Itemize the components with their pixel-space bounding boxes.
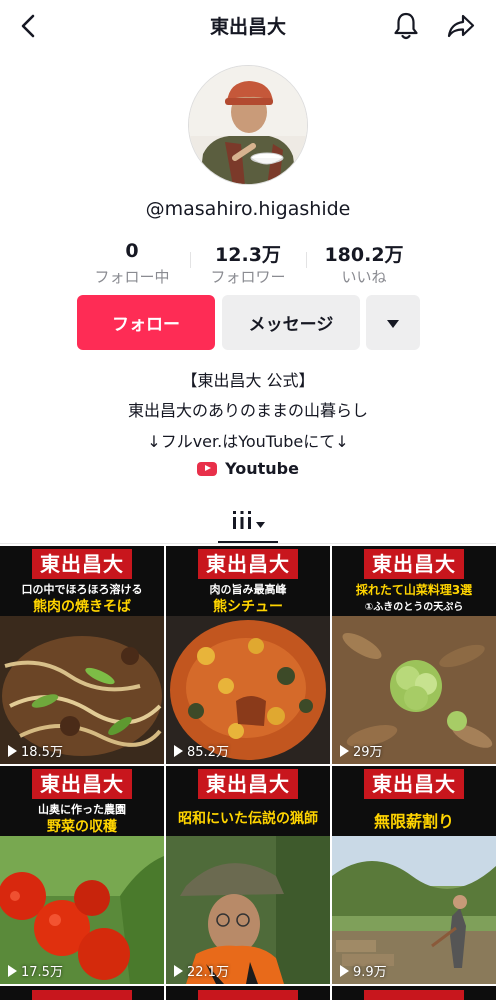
thumbnail-title: 熊肉の焼きそば — [33, 599, 131, 615]
thumbnail-brand: 東出昌大 — [198, 769, 298, 799]
grid-icon — [232, 510, 252, 534]
suggested-accounts-button[interactable] — [366, 295, 420, 350]
play-icon — [8, 744, 17, 757]
video-thumbnail[interactable]: 東出昌大 無限薪割り 9.9万 — [332, 766, 496, 984]
thumbnail-caption: ①ふきのとうの天ぷら — [364, 602, 464, 613]
youtube-link-label: Youtube — [225, 459, 299, 478]
thumbnail-brand: 東出昌大 — [198, 549, 298, 579]
followers-stat[interactable]: 12.3万 フォロワー — [188, 240, 308, 287]
thumbnail-brand: 東出昌大 — [364, 769, 464, 799]
thumbnail-brand — [32, 990, 132, 1000]
likes-label: いいね — [341, 268, 387, 286]
following-stat[interactable]: 0 フォロー中 — [72, 240, 192, 287]
username: @masahiro.higashide — [145, 198, 351, 220]
youtube-icon — [197, 461, 218, 476]
view-count: 18.5万 — [8, 741, 63, 760]
following-count: 0 — [125, 240, 139, 262]
share-icon[interactable] — [446, 13, 476, 39]
following-label: フォロー中 — [94, 268, 170, 286]
bio-line: 東出昌大のありのままの山暮らし — [127, 401, 368, 420]
youtube-link[interactable]: Youtube — [0, 459, 496, 478]
view-count-label: 9.9万 — [353, 965, 387, 980]
video-thumbnail[interactable]: 東出昌大 肉の旨み最高峰 熊シチュー 85.2万 — [166, 546, 330, 764]
thumbnail-title: 採れたて山菜料理3選 — [355, 583, 473, 597]
view-count: 17.5万 — [8, 961, 63, 980]
next-row-peek — [0, 986, 496, 1000]
view-count: 9.9万 — [340, 961, 387, 980]
message-button[interactable]: メッセージ — [222, 295, 360, 350]
top-bar: 東出昌大 — [0, 0, 496, 52]
play-icon — [8, 964, 17, 977]
thumbnail-brand: 東出昌大 — [32, 549, 132, 579]
likes-count: 180.2万 — [324, 244, 404, 266]
view-count: 29万 — [340, 741, 383, 760]
play-icon — [340, 744, 349, 757]
thumbnail-title: 昭和にいた伝説の猟師 — [178, 811, 318, 827]
follow-button[interactable]: フォロー — [77, 295, 215, 350]
thumbnail-title: 熊シチュー — [213, 599, 283, 615]
view-count-label: 85.2万 — [187, 745, 229, 760]
divider — [0, 543, 496, 544]
thumbnail-brand: 東出昌大 — [364, 549, 464, 579]
caret-down-icon — [255, 513, 265, 532]
video-thumbnail[interactable]: 東出昌大 山奥に作った農園 野菜の収穫 17.5万 — [0, 766, 164, 984]
thumbnail-title: 無限薪割り — [373, 812, 454, 831]
thumbnail-brand: 東出昌大 — [32, 769, 132, 799]
likes-stat: 180.2万 いいね — [304, 240, 424, 287]
view-count-label: 22.1万 — [187, 965, 229, 980]
thumbnail-caption: 口の中でほろほろ溶ける — [21, 583, 143, 596]
video-thumbnail[interactable] — [332, 986, 496, 1000]
view-count-label: 18.5万 — [21, 745, 63, 760]
tab-videos[interactable] — [218, 503, 278, 541]
view-count-label: 17.5万 — [21, 965, 63, 980]
bio-line: ↓フルver.はYouTubeにて↓ — [147, 432, 349, 451]
thumbnail-caption: 肉の旨み最高峰 — [209, 583, 287, 596]
video-thumbnail[interactable]: 東出昌大 口の中でほろほろ溶ける 熊肉の焼きそば 18.5万 — [0, 546, 164, 764]
followers-label: フォロワー — [210, 268, 286, 286]
thumbnail-title: 野菜の収穫 — [47, 819, 117, 835]
thumbnail-brand — [364, 990, 464, 1000]
caret-down-icon — [387, 313, 399, 332]
video-thumbnail[interactable]: 東出昌大 昭和にいた伝説の猟師 22.1万 — [166, 766, 330, 984]
video-thumbnail[interactable] — [166, 986, 330, 1000]
play-icon — [174, 964, 183, 977]
avatar[interactable] — [188, 65, 308, 185]
view-count: 22.1万 — [174, 961, 229, 980]
video-thumbnail[interactable] — [0, 986, 164, 1000]
thumbnail-caption: 山奥に作った農園 — [38, 803, 126, 816]
play-icon — [340, 964, 349, 977]
page-title: 東出昌大 — [209, 16, 286, 38]
thumbnail-brand — [198, 990, 298, 1000]
bio-line: 【東出昌大 公式】 — [181, 371, 315, 390]
video-thumbnail[interactable]: 東出昌大 採れたて山菜料理3選 ①ふきのとうの天ぷら 29万 — [332, 546, 496, 764]
play-icon — [174, 744, 183, 757]
view-count: 85.2万 — [174, 741, 229, 760]
view-count-label: 29万 — [353, 745, 383, 760]
bell-icon[interactable] — [392, 11, 420, 41]
followers-count: 12.3万 — [215, 244, 281, 266]
